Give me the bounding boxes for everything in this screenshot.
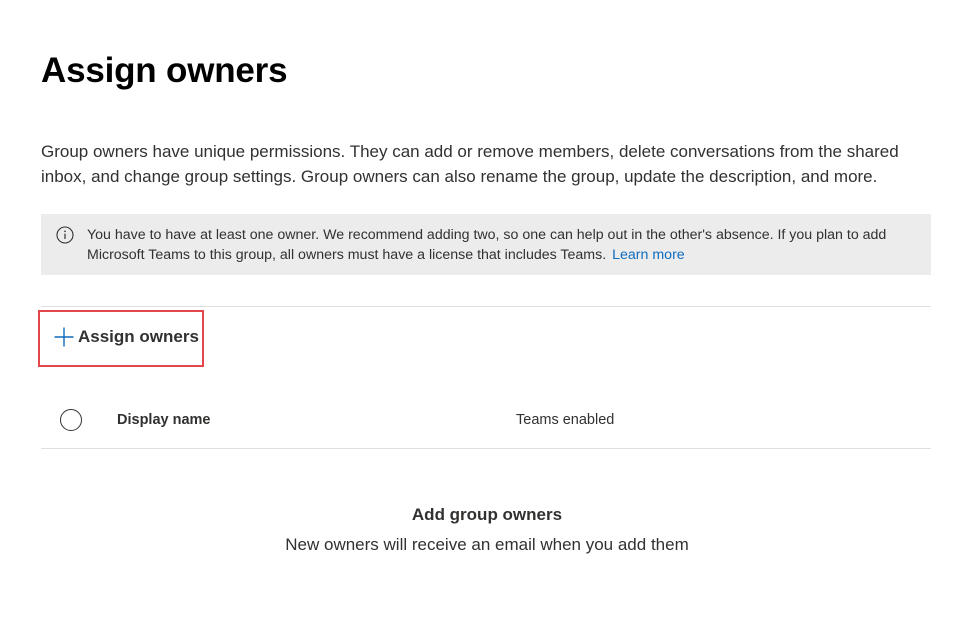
table-header: Display name Teams enabled (41, 395, 931, 449)
info-icon (56, 226, 74, 244)
plus-icon (53, 326, 75, 348)
assign-owners-label: Assign owners (78, 327, 199, 346)
column-header-teams-enabled[interactable]: Teams enabled (516, 412, 614, 428)
page-description: Group owners have unique permissions. Th… (41, 142, 899, 186)
empty-state-title: Add group owners (411, 505, 563, 524)
learn-more-link[interactable]: Learn more (612, 247, 685, 263)
info-message-body: You have to have at least one owner. We … (87, 227, 887, 263)
assign-owners-button[interactable]: Assign owners (38, 310, 204, 367)
page-title: Assign owners (41, 51, 288, 90)
column-header-display-name[interactable]: Display name (117, 412, 211, 428)
info-message-bar: You have to have at least one owner. We … (41, 214, 931, 275)
empty-state-subtitle: New owners will receive an email when yo… (285, 535, 689, 554)
info-message-text: You have to have at least one owner. We … (87, 225, 917, 265)
select-all-radio[interactable] (60, 409, 82, 431)
section-divider (41, 306, 931, 307)
